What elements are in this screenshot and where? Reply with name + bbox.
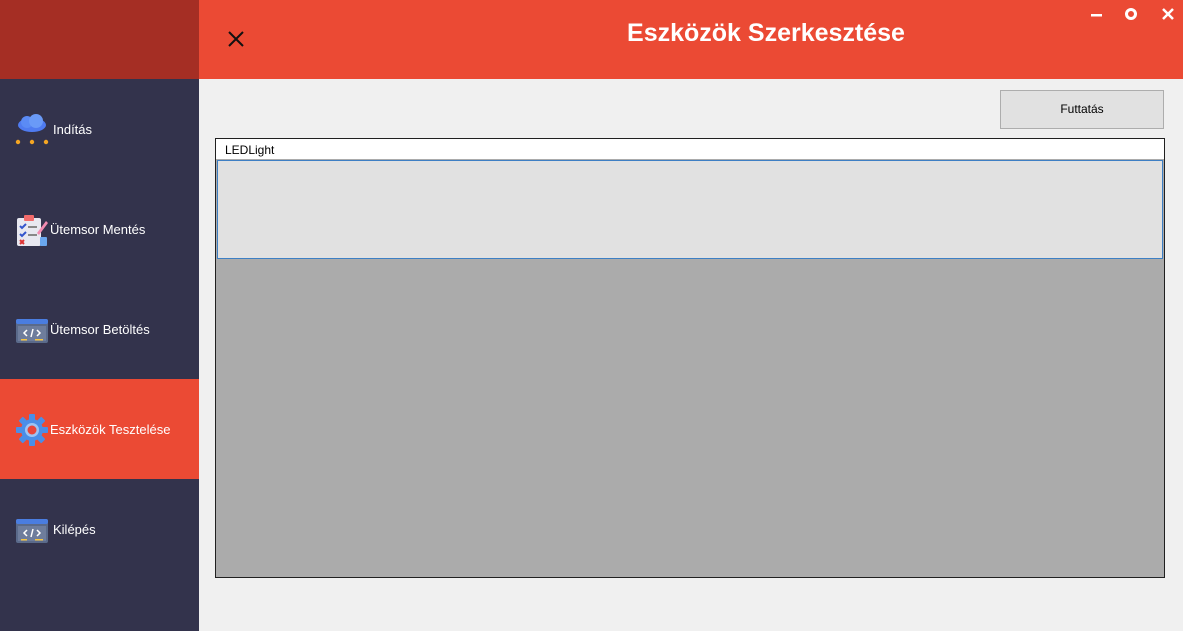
minimize-icon[interactable] [1088, 6, 1106, 22]
close-icon[interactable] [225, 28, 247, 50]
gear-icon [16, 414, 48, 446]
sidebar-item-label: Indítás [53, 122, 93, 137]
sidebar-item-label: Ütemsor Betöltés [50, 322, 150, 337]
sidebar-item-label: Eszközök Tesztelése [50, 422, 171, 437]
sidebar: Indítás Ütemsor Mentés Ütemsor Betöltés [0, 0, 199, 631]
cloud-icon [15, 114, 49, 145]
sidebar-item-eszkozok-tesztelese[interactable]: Eszközök Tesztelése [0, 379, 199, 479]
sidebar-logo-area [0, 0, 199, 79]
header-bar: Eszközök Szerkesztése [199, 0, 1183, 79]
sidebar-item-utemsor-betoltes[interactable]: Ütemsor Betöltés [0, 279, 199, 379]
clipboard-checklist-icon [17, 215, 48, 246]
tab-content-area[interactable] [217, 160, 1163, 259]
maximize-icon[interactable] [1122, 6, 1140, 22]
tab-ledlight[interactable]: LEDLight [216, 139, 1164, 159]
sidebar-item-utemsor-mentes[interactable]: Ütemsor Mentés [0, 179, 199, 279]
close-window-icon[interactable] [1159, 6, 1177, 22]
page-title: Eszközök Szerkesztése [627, 19, 905, 47]
device-panel: LEDLight [215, 138, 1165, 578]
sidebar-item-kilepes[interactable]: Kilépés [0, 479, 199, 579]
tab-label: LEDLight [225, 143, 275, 157]
sidebar-item-inditas[interactable]: Indítás [0, 79, 199, 179]
sidebar-item-label: Kilépés [53, 522, 96, 537]
code-window-icon [16, 319, 48, 343]
code-window-icon [16, 519, 48, 543]
run-button[interactable]: Futtatás [1000, 90, 1164, 129]
sidebar-item-label: Ütemsor Mentés [50, 222, 146, 237]
